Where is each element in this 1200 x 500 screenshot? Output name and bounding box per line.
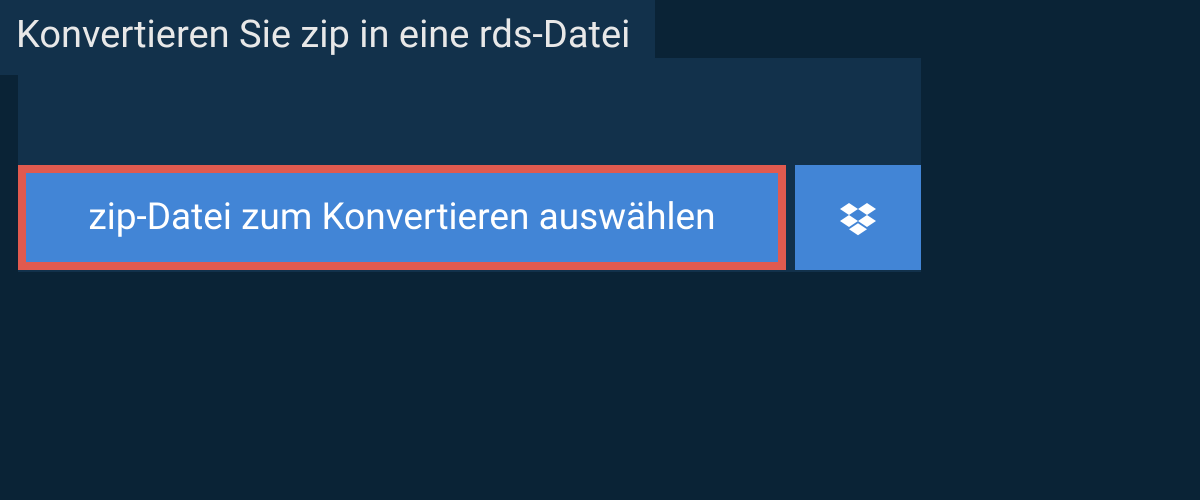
dropbox-button[interactable] (795, 165, 921, 270)
title-bar: Konvertieren Sie zip in eine rds-Datei (0, 0, 655, 75)
button-row: zip-Datei zum Konvertieren auswählen (18, 165, 921, 270)
select-file-button[interactable]: zip-Datei zum Konvertieren auswählen (18, 165, 786, 270)
select-file-label: zip-Datei zum Konvertieren auswählen (88, 196, 715, 239)
dropbox-icon (840, 200, 876, 236)
page-title: Konvertieren Sie zip in eine rds-Datei (16, 13, 630, 57)
